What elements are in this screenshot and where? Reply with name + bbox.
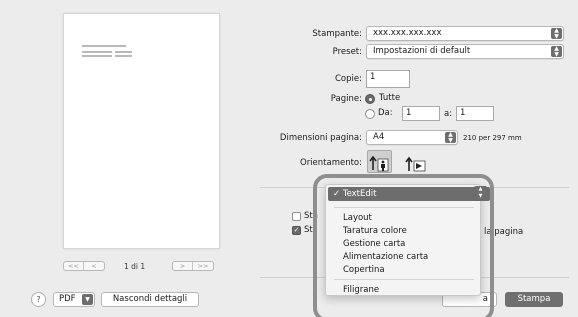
preview-text-line — [82, 55, 112, 57]
portrait-icon — [369, 155, 389, 172]
preview-text-line — [115, 51, 132, 53]
hide-details-button[interactable]: Nascondi dettagli — [101, 292, 199, 307]
pages-label: Pagine: — [330, 94, 362, 104]
last-page-button[interactable]: >> — [193, 262, 213, 270]
preview-nav-forward-group: > >> — [172, 261, 214, 271]
printer-popup[interactable]: xxx.xxx.xxx.xxx ▲ ▼ — [366, 26, 564, 41]
option-checkbox-2[interactable]: ✓ — [292, 226, 301, 235]
page-preview — [63, 13, 220, 249]
preset-popup[interactable]: Impostazioni di default ▲ ▼ — [366, 44, 564, 59]
pages-to-label: a: — [444, 109, 453, 119]
next-page-button[interactable]: > — [173, 262, 193, 270]
help-button[interactable]: ? — [31, 292, 46, 307]
copies-field[interactable]: 1 — [366, 70, 410, 88]
pdf-button[interactable]: PDF ▼ — [53, 292, 95, 307]
landscape-icon — [405, 156, 426, 172]
pages-from-field[interactable]: 1 — [402, 106, 440, 121]
paper-size-label: Dimensioni pagina: — [279, 133, 362, 143]
landscape-orientation-button[interactable] — [403, 150, 428, 173]
preview-text-line — [82, 45, 126, 47]
preview-nav-back-group: << < — [63, 261, 105, 271]
preview-pane: << < 1 di 1 > >> — [0, 0, 248, 278]
preset-value: Impostazioni di default — [373, 46, 471, 56]
orientation-label: Orientamento: — [300, 158, 362, 168]
paper-size-value: A4 — [373, 132, 385, 142]
pages-from-label: Da: — [378, 108, 393, 118]
pdf-label: PDF — [59, 294, 76, 304]
popup-arrows-icon: ▲ ▼ — [551, 28, 562, 39]
preview-text-line — [115, 55, 132, 57]
previous-page-button[interactable]: < — [84, 262, 104, 270]
chevron-down-icon: ▼ — [82, 294, 93, 305]
preview-text-line — [82, 51, 112, 53]
paper-size-dims: 210 per 297 mm — [463, 134, 522, 142]
printer-value: xxx.xxx.xxx.xxx — [373, 28, 442, 38]
pages-to-field[interactable]: 1 — [456, 106, 494, 121]
first-page-button[interactable]: << — [64, 262, 84, 270]
printer-label: Stampante: — [312, 29, 362, 39]
popup-arrows-icon: ▲ ▼ — [445, 132, 456, 143]
pages-all-radio[interactable] — [365, 94, 375, 104]
option-checkbox-1[interactable] — [292, 212, 301, 221]
paper-size-popup[interactable]: A4 ▲ ▼ — [366, 130, 458, 145]
copies-label: Copie: — [335, 74, 362, 84]
popup-arrows-icon: ▲ ▼ — [551, 46, 562, 57]
print-button[interactable]: Stampa — [505, 292, 563, 307]
preset-label: Preset: — [332, 47, 362, 57]
portrait-orientation-button[interactable] — [367, 150, 392, 173]
menu-highlight-callout — [313, 174, 494, 317]
pages-range-radio[interactable] — [365, 109, 375, 119]
pages-all-label: Tutte — [379, 93, 401, 103]
page-counter: 1 di 1 — [124, 262, 146, 271]
